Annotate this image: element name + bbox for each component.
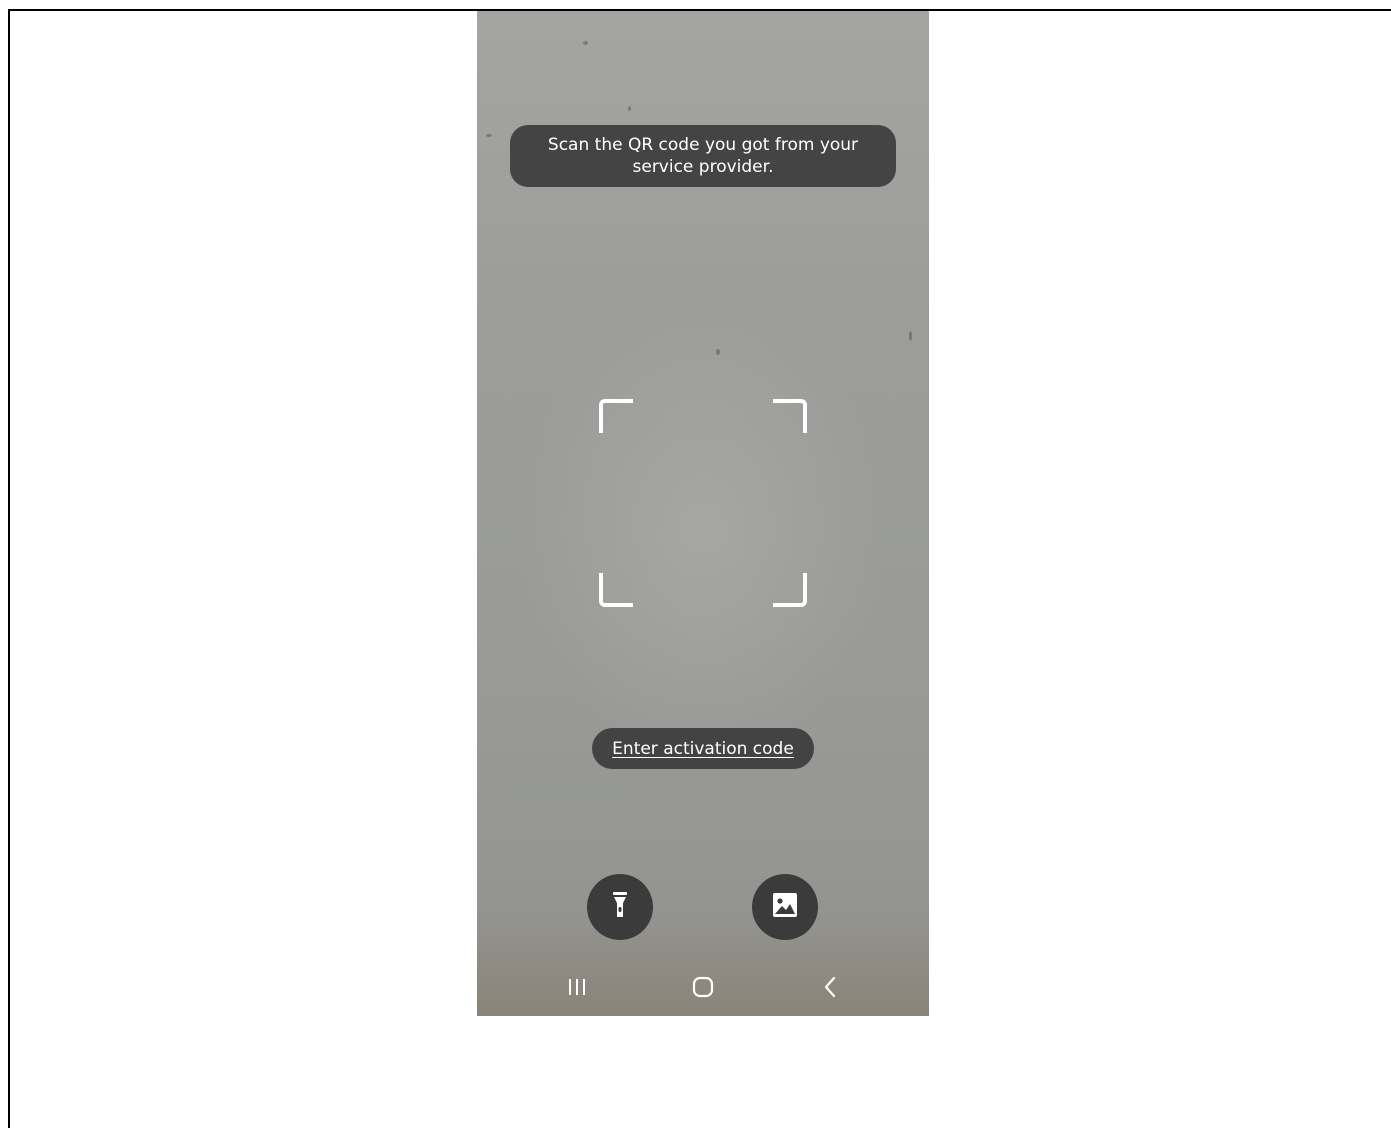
camera-speck: [628, 106, 631, 111]
qr-scan-frame: [599, 399, 807, 607]
system-navigation-bar: [477, 966, 929, 1012]
scan-corner-top-right: [773, 399, 807, 433]
scan-corner-bottom-left: [599, 573, 633, 607]
image-gallery-icon: [772, 892, 798, 922]
home-icon: [692, 976, 714, 1002]
recents-button[interactable]: [557, 974, 597, 1004]
scan-corner-top-left: [599, 399, 633, 433]
flashlight-icon: [612, 891, 628, 923]
back-icon: [823, 976, 837, 1002]
flashlight-button[interactable]: [587, 874, 653, 940]
gallery-button[interactable]: [752, 874, 818, 940]
recents-icon: [567, 978, 587, 1000]
camera-speck: [486, 134, 492, 137]
scan-corner-bottom-right: [773, 573, 807, 607]
camera-scanner-screen: Scan the QR code you got from your servi…: [477, 11, 929, 1016]
back-button[interactable]: [810, 974, 850, 1004]
home-button[interactable]: [683, 974, 723, 1004]
enter-activation-code-button[interactable]: Enter activation code: [592, 728, 814, 769]
enter-activation-code-label: Enter activation code: [612, 738, 794, 759]
camera-speck: [716, 349, 720, 355]
camera-speck: [909, 331, 912, 341]
scan-instruction-text: Scan the QR code you got from your servi…: [547, 135, 859, 177]
camera-speck: [583, 41, 588, 45]
scan-instruction-banner: Scan the QR code you got from your servi…: [510, 125, 896, 187]
